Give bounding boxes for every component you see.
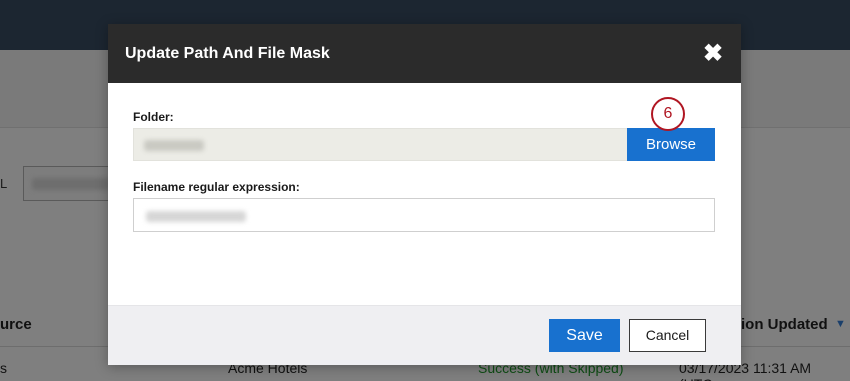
regex-label: Filename regular expression: [133, 180, 300, 194]
folder-label: Folder: [133, 110, 174, 124]
cancel-button[interactable]: Cancel [629, 319, 706, 352]
filename-regex-field[interactable] [133, 198, 715, 232]
update-path-dialog: Update Path And File Mask ✖ Folder: Brow… [108, 24, 741, 365]
dialog-title: Update Path And File Mask [125, 45, 330, 62]
sort-down-icon[interactable]: ▼ [835, 318, 846, 330]
filter-label: L [0, 176, 8, 191]
dialog-footer: Save Cancel [108, 305, 741, 365]
blurred-regex-value [146, 211, 246, 222]
blurred-folder-value [144, 140, 204, 151]
table-cell-source: s [0, 360, 7, 376]
browse-button[interactable]: Browse [627, 128, 715, 161]
dialog-body: Folder: Browse 6 Filename regular expres… [108, 83, 741, 305]
folder-field[interactable] [133, 128, 628, 161]
column-header-last-updated[interactable]: ion Updated [741, 316, 828, 333]
save-button[interactable]: Save [549, 319, 620, 352]
step-badge: 6 [651, 97, 685, 131]
column-header-source[interactable]: urce [0, 316, 32, 333]
blurred-value [32, 178, 110, 190]
dialog-header: Update Path And File Mask ✖ [108, 24, 741, 83]
close-icon[interactable]: ✖ [700, 41, 726, 67]
